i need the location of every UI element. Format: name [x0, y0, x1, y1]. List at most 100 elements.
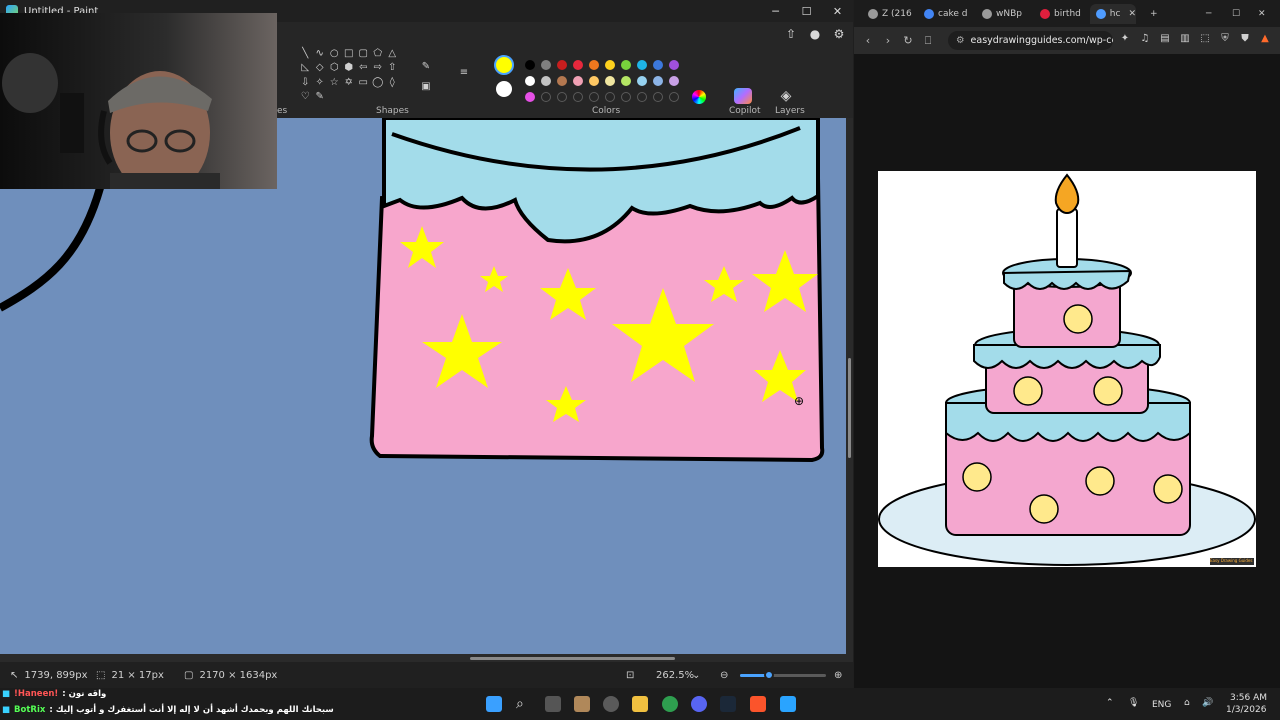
shape-tool-22[interactable]: ✎	[313, 90, 328, 105]
shape-tool-8[interactable]: ◇	[313, 61, 328, 76]
shape-tool-0[interactable]: ╲	[298, 46, 313, 61]
shape-tool-1[interactable]: ∿	[313, 46, 328, 61]
shape-tool-3[interactable]: □	[342, 46, 357, 61]
color-swatch[interactable]	[525, 92, 535, 102]
shape-tool-21[interactable]: ♡	[298, 90, 313, 105]
custom-color-slot[interactable]	[573, 92, 583, 102]
custom-color-slot[interactable]	[605, 92, 615, 102]
shape-tool-14[interactable]: ⇩	[298, 75, 313, 90]
language-indicator[interactable]: ENG	[1152, 700, 1171, 710]
shape-tool-11[interactable]: ⇦	[356, 61, 371, 76]
shape-tool-7[interactable]: ◺	[298, 61, 313, 76]
color-swatch[interactable]	[637, 76, 647, 86]
paint-taskbar-icon[interactable]	[780, 696, 796, 712]
tab-4[interactable]: birthd	[1034, 4, 1086, 24]
primary-color[interactable]	[494, 55, 514, 75]
fit-to-window-icon[interactable]: ⊡	[626, 670, 634, 681]
microphone-icon[interactable]: 🎙	[1128, 698, 1139, 708]
chevron-up-icon[interactable]: ⌃	[1106, 698, 1114, 708]
close-button[interactable]: ✕	[822, 0, 853, 22]
color-swatch[interactable]	[621, 76, 631, 86]
task-view-icon[interactable]	[545, 696, 561, 712]
zoom-in-icon[interactable]: ⊕	[834, 670, 842, 681]
shape-tool-20[interactable]: ◊	[385, 75, 400, 90]
screenshot-icon[interactable]: ⬚	[1198, 33, 1212, 47]
back-icon[interactable]: ‹	[858, 34, 878, 47]
gear-icon[interactable]: ⚙	[831, 26, 847, 42]
site-info-icon[interactable]: ⚙	[956, 35, 965, 46]
vpn-icon[interactable]: ⛊	[1238, 33, 1252, 47]
vertical-scrollbar[interactable]	[846, 118, 853, 654]
brave-taskbar-icon[interactable]	[750, 696, 766, 712]
volume-icon[interactable]: 🔊	[1202, 698, 1213, 708]
zoom-slider[interactable]	[740, 670, 826, 680]
color-swatch[interactable]	[605, 60, 615, 70]
shape-tool-6[interactable]: △	[385, 46, 400, 61]
color-swatch[interactable]	[589, 60, 599, 70]
brave-icon[interactable]: ▲	[1258, 33, 1272, 47]
tab-5-active[interactable]: hc ✕	[1090, 4, 1136, 24]
color-swatch[interactable]	[541, 60, 551, 70]
sidebar-icon[interactable]: ▥	[1178, 33, 1192, 47]
reading-icon[interactable]: ▤	[1158, 33, 1172, 47]
paint-canvas[interactable]: ⊕	[0, 118, 846, 654]
shape-tool-5[interactable]: ⬠	[371, 46, 386, 61]
account-icon[interactable]: ●	[807, 26, 823, 42]
music-icon[interactable]: ♫	[1138, 33, 1152, 47]
shape-tool-2[interactable]: ○	[327, 46, 342, 61]
new-tab-button[interactable]: +	[1144, 4, 1158, 24]
zoom-level[interactable]: 262.5%	[656, 670, 694, 681]
custom-color-slot[interactable]	[589, 92, 599, 102]
custom-color-slot[interactable]	[621, 92, 631, 102]
edit-colors-icon[interactable]	[692, 90, 706, 104]
shape-tool-15[interactable]: ✧	[313, 75, 328, 90]
vertical-scroll-thumb[interactable]	[848, 358, 851, 458]
discord-icon[interactable]	[691, 696, 707, 712]
clock-time[interactable]: 3:56 AM	[1230, 693, 1267, 703]
shape-tool-16[interactable]: ☆	[327, 75, 342, 90]
steam-icon[interactable]	[720, 696, 736, 712]
close-tab-icon[interactable]: ✕	[1128, 9, 1136, 19]
color-swatch[interactable]	[621, 60, 631, 70]
color-swatch[interactable]	[573, 76, 583, 86]
share-icon[interactable]: ⇧	[783, 26, 799, 42]
reload-icon[interactable]: ↻	[898, 34, 918, 47]
custom-color-slot[interactable]	[557, 92, 567, 102]
shape-tool-4[interactable]: ▢	[356, 46, 371, 61]
outline-icon[interactable]: ✎	[418, 58, 434, 74]
layers-icon[interactable]: ◈	[778, 88, 794, 104]
color-swatch[interactable]	[653, 76, 663, 86]
custom-color-slot[interactable]	[653, 92, 663, 102]
shape-tool-12[interactable]: ⇨	[371, 61, 386, 76]
shape-tool-17[interactable]: ✡	[342, 75, 357, 90]
color-swatch[interactable]	[557, 60, 567, 70]
shape-tool-13[interactable]: ⇧	[385, 61, 400, 76]
custom-color-slot[interactable]	[637, 92, 647, 102]
start-icon[interactable]	[486, 696, 502, 712]
copilot-icon[interactable]	[734, 88, 752, 104]
chrome-icon[interactable]	[662, 696, 678, 712]
shape-tool-19[interactable]: ◯	[371, 75, 386, 90]
horizontal-scrollbar[interactable]	[0, 654, 853, 662]
app-icon-2[interactable]	[603, 696, 619, 712]
tab-3[interactable]: wNBp	[976, 4, 1028, 24]
clock-date[interactable]: 1/3/2026	[1226, 705, 1266, 715]
horizontal-scroll-thumb[interactable]	[470, 657, 675, 660]
color-swatch[interactable]	[525, 76, 535, 86]
color-swatch[interactable]	[605, 76, 615, 86]
fill-icon[interactable]: ▣	[418, 78, 434, 94]
shape-tool-9[interactable]: ⬡	[327, 61, 342, 76]
custom-color-slot[interactable]	[541, 92, 551, 102]
color-swatch[interactable]	[669, 60, 679, 70]
color-swatch[interactable]	[589, 76, 599, 86]
minimize-button[interactable]: ─	[760, 0, 791, 22]
secondary-color[interactable]	[496, 81, 512, 97]
color-swatch[interactable]	[637, 60, 647, 70]
address-bar[interactable]: ⚙ easydrawingguides.com/wp-conte	[948, 31, 1113, 50]
chevron-down-icon[interactable]: ⌄	[692, 670, 700, 681]
color-swatch[interactable]	[669, 76, 679, 86]
maximize-button[interactable]: ☐	[791, 0, 822, 22]
search-icon[interactable]: ⌕	[516, 696, 532, 712]
color-swatch[interactable]	[653, 60, 663, 70]
color-swatch[interactable]	[541, 76, 551, 86]
